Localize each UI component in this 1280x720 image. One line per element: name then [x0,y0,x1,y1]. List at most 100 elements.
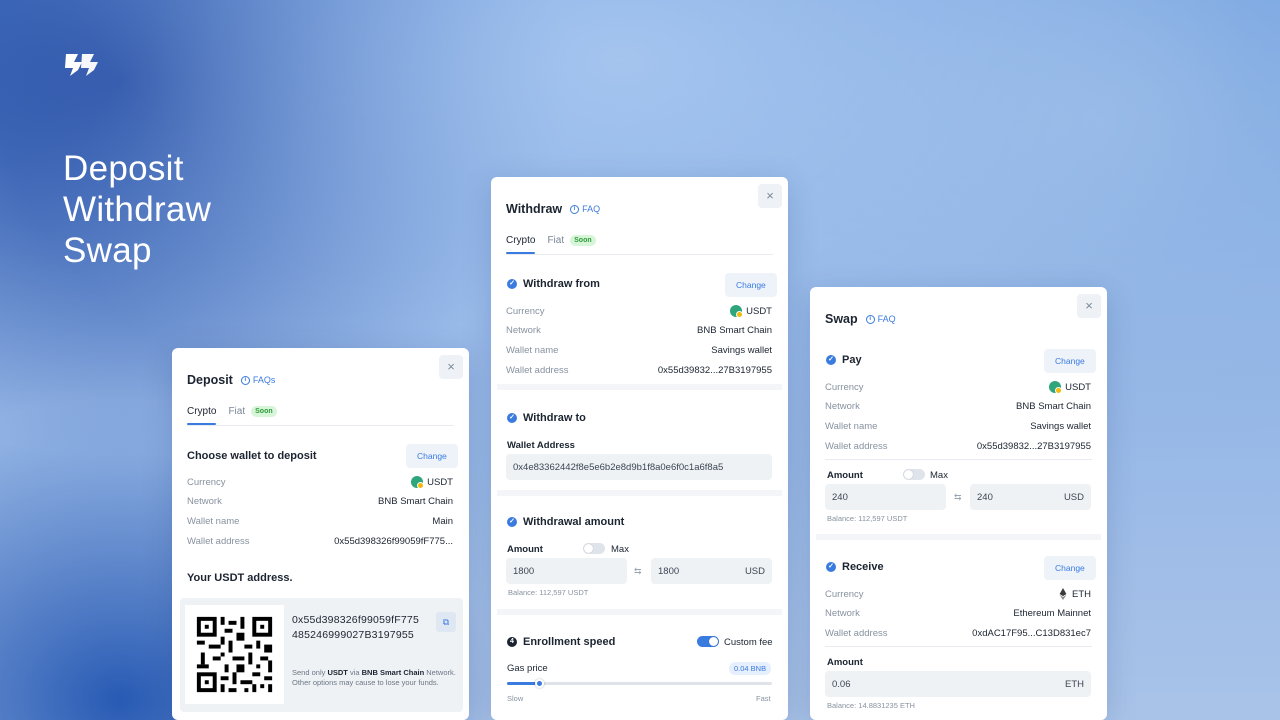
pay-change-button[interactable]: Change [1044,349,1096,373]
note-text: Send only [292,668,328,677]
check-icon: ✓ [507,279,517,289]
pay-row-wallet-address: Wallet address 0x55d39832...27B3197955 [825,441,1091,452]
hero-line-withdraw: Withdraw [63,190,212,229]
withdraw-from-title: ✓ Withdraw from [507,278,600,290]
amount-crypto-value: 1800 [513,565,535,577]
deposit-faq-link[interactable]: i FAQs [240,375,276,385]
deposit-change-button[interactable]: Change [406,444,458,468]
withdraw-close-button[interactable]: × [758,184,782,208]
gas-price-slider[interactable] [507,679,772,688]
wallet-address-input[interactable]: 0x4e83362442f8e5e6b2e8d9b1f8a0e6f0c1a6f8… [506,454,772,480]
withdraw-tabs: Crypto Fiat Soon [506,235,596,254]
brand-logo [65,54,98,76]
withdrawal-amount-label: Withdrawal amount [523,516,625,528]
swap-close-button[interactable]: × [1077,294,1101,318]
row-value: Ethereum Mainnet [1013,608,1091,619]
deposit-row-network: Network BNB Smart Chain [187,496,453,507]
tab-crypto[interactable]: Crypto [506,235,536,254]
receive-title: ✓ Receive [826,561,884,573]
info-icon: i [240,375,250,385]
pay-usd-input[interactable]: 240 USD [970,484,1091,510]
pay-row-wallet-name: Wallet name Savings wallet [825,421,1091,432]
deposit-faq-label: FAQs [252,375,276,385]
copy-icon: ⧉ [442,617,450,627]
section-divider [816,534,1101,540]
pay-max-label: Max [930,470,948,481]
address-line-2: 485246999027B3197955 [292,629,414,641]
row-value: USDT [427,476,453,488]
check-icon: ✓ [826,562,836,572]
custom-fee-toggle[interactable] [697,636,719,647]
soon-badge: Soon [570,235,596,246]
withdraw-faq-label: FAQ [582,204,601,214]
deposit-row-wallet-name: Wallet name Main [187,516,453,527]
withdrawal-amount-title: ✓ Withdrawal amount [507,516,624,528]
deposit-warning-note: Send only USDT via BNB Smart Chain Netwo… [292,668,456,688]
withdraw-to-title: ✓ Withdraw to [507,412,586,424]
gas-price-badge: 0.04 BNB [729,662,772,675]
max-label: Max [611,544,629,555]
receive-amount-input[interactable]: 0.06 ETH [825,671,1091,697]
row-value: BNB Smart Chain [697,325,772,336]
eth-coin-icon [1059,588,1067,600]
withdraw-to-label: Withdraw to [523,412,586,424]
row-key: Network [825,401,860,412]
wallet-address-value: 0x4e83362442f8e5e6b2e8d9b1f8a0e6f0c1a6f8… [513,461,724,473]
row-value: Savings wallet [1030,421,1091,432]
tab-crypto[interactable]: Crypto [187,406,217,425]
withdraw-row-currency: Currency USDT [506,305,772,318]
tab-fiat[interactable]: Fiat [547,235,564,246]
hero-line-deposit: Deposit [63,149,184,188]
hero-line-swap: Swap [63,231,152,270]
row-key: Currency [506,305,545,317]
pay-amount-input[interactable]: 240 [825,484,946,510]
tab-fiat[interactable]: Fiat [228,406,245,417]
usdt-coin-icon [730,305,744,318]
row-value: 0x55d39832...27B3197955 [657,365,772,376]
receive-balance-hint: Balance: 14.8831235 ETH [827,701,915,710]
fast-label: Fast [756,694,771,703]
deposit-address-text: 0x55d398326f99059fF775 485246999027B3197… [292,613,419,643]
currency-unit: USD [1063,491,1084,503]
swap-card: × Swap i FAQ ✓ Pay Change Currency USDT … [810,287,1107,720]
row-key: Network [506,325,541,336]
row-value: BNB Smart Chain [1016,401,1091,412]
withdraw-faq-link[interactable]: i FAQ [570,204,600,214]
check-icon: ✓ [507,517,517,527]
swap-arrows-icon: ⇆ [634,566,642,576]
pay-row-network: Network BNB Smart Chain [825,401,1091,412]
amount-usd-input[interactable]: 1800 USD [651,558,772,584]
currency-unit: ETH [1065,678,1084,690]
amount-crypto-input[interactable]: 1800 [506,558,627,584]
row-key: Wallet address [825,628,888,639]
deposit-address-label: Your USDT address. [187,572,293,584]
swap-faq-link[interactable]: i FAQ [865,314,896,324]
row-value: USDT [746,305,772,317]
max-toggle[interactable] [583,543,605,554]
note-network: BNB Smart Chain [361,668,425,677]
slider-handle[interactable] [534,679,544,688]
amount-usd-value: 1800 [658,565,680,577]
deposit-card: × Deposit i FAQs Crypto Fiat Soon Choose… [172,348,469,720]
deposit-row-currency: Currency USDT [187,476,453,489]
pay-usd-value: 240 [977,491,993,503]
receive-change-button[interactable]: Change [1044,556,1096,580]
row-key: Wallet name [506,345,559,356]
section-divider [497,384,782,390]
enrollment-speed-title: 4 Enrollment speed [507,636,615,648]
withdraw-title: Withdraw [506,202,563,216]
pay-max-toggle[interactable] [903,469,925,480]
deposit-address-title: Your USDT address. [187,572,293,584]
deposit-close-button[interactable]: × [439,355,463,379]
swap-faq-label: FAQ [877,314,896,324]
withdraw-row-wallet-name: Wallet name Savings wallet [506,345,772,356]
pay-amount-label: Amount [827,470,863,481]
row-key: Currency [187,476,226,488]
copy-address-button[interactable]: ⧉ [436,612,456,632]
row-key: Wallet address [506,365,569,376]
info-icon: i [865,314,875,324]
withdraw-from-change-button[interactable]: Change [725,273,777,297]
usdt-coin-icon [411,476,425,489]
swap-arrows-icon: ⇆ [954,492,962,502]
check-icon: ✓ [507,413,517,423]
